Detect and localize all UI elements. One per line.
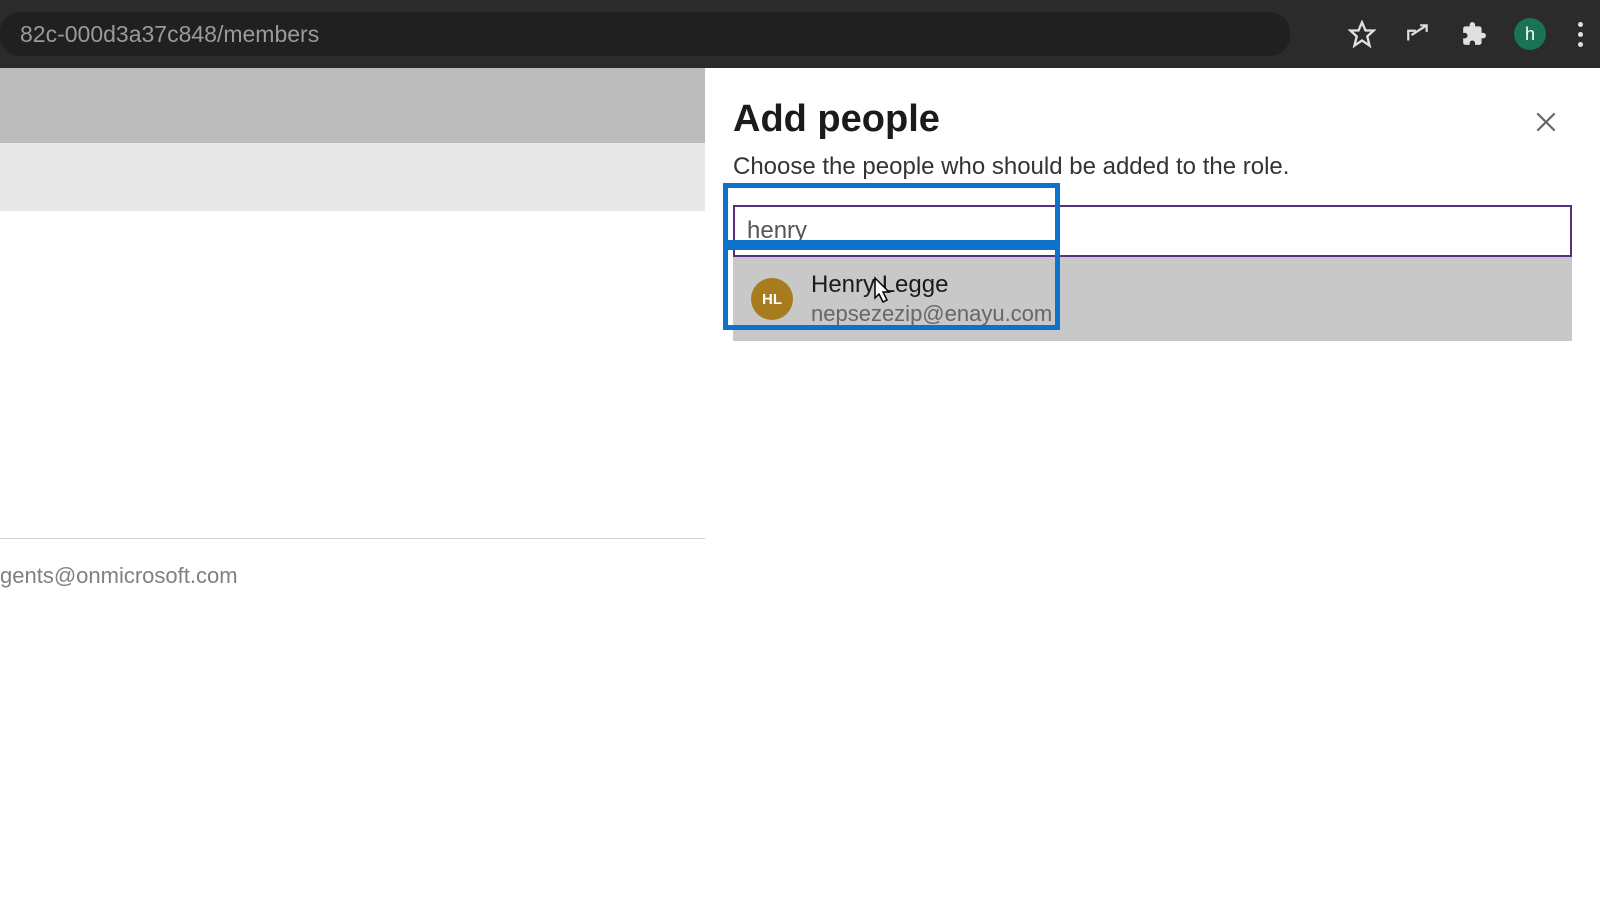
background-divider bbox=[0, 538, 705, 539]
panel-title: Add people bbox=[733, 98, 1572, 141]
suggestion-name: Henry Legge bbox=[811, 271, 1052, 299]
background-content bbox=[0, 211, 705, 900]
add-people-panel: Add people Choose the people who should … bbox=[705, 68, 1600, 900]
url-bar[interactable]: 82c-000d3a37c848/members bbox=[0, 12, 1290, 56]
profile-avatar[interactable]: h bbox=[1514, 18, 1546, 50]
profile-initial: h bbox=[1525, 24, 1535, 45]
suggestion-list: HL Henry Legge nepsezezip@enayu.com bbox=[733, 257, 1572, 341]
people-search-input[interactable] bbox=[733, 205, 1572, 257]
browser-chrome: 82c-000d3a37c848/members h bbox=[0, 0, 1600, 68]
suggestion-text: Henry Legge nepsezezip@enayu.com bbox=[811, 271, 1052, 327]
close-icon bbox=[1533, 109, 1559, 135]
suggestion-avatar: HL bbox=[751, 278, 793, 320]
extensions-icon[interactable] bbox=[1458, 18, 1490, 50]
panel-subtitle: Choose the people who should be added to… bbox=[733, 153, 1572, 181]
background-header-bar bbox=[0, 68, 705, 143]
search-container bbox=[733, 205, 1572, 257]
bookmark-star-icon[interactable] bbox=[1346, 18, 1378, 50]
close-button[interactable] bbox=[1530, 106, 1562, 138]
share-icon[interactable] bbox=[1402, 18, 1434, 50]
suggestion-item[interactable]: HL Henry Legge nepsezezip@enayu.com bbox=[733, 257, 1572, 341]
background-subheader-bar bbox=[0, 143, 705, 211]
browser-toolbar-icons: h bbox=[1346, 18, 1590, 50]
suggestion-email: nepsezezip@enayu.com bbox=[811, 301, 1052, 327]
url-text: 82c-000d3a37c848/members bbox=[20, 21, 319, 48]
browser-menu-icon[interactable] bbox=[1570, 18, 1590, 50]
background-email-text: gents@onmicrosoft.com bbox=[0, 563, 238, 589]
avatar-initials: HL bbox=[762, 291, 782, 308]
content-area: gents@onmicrosoft.com Add people Choose … bbox=[0, 68, 1600, 900]
